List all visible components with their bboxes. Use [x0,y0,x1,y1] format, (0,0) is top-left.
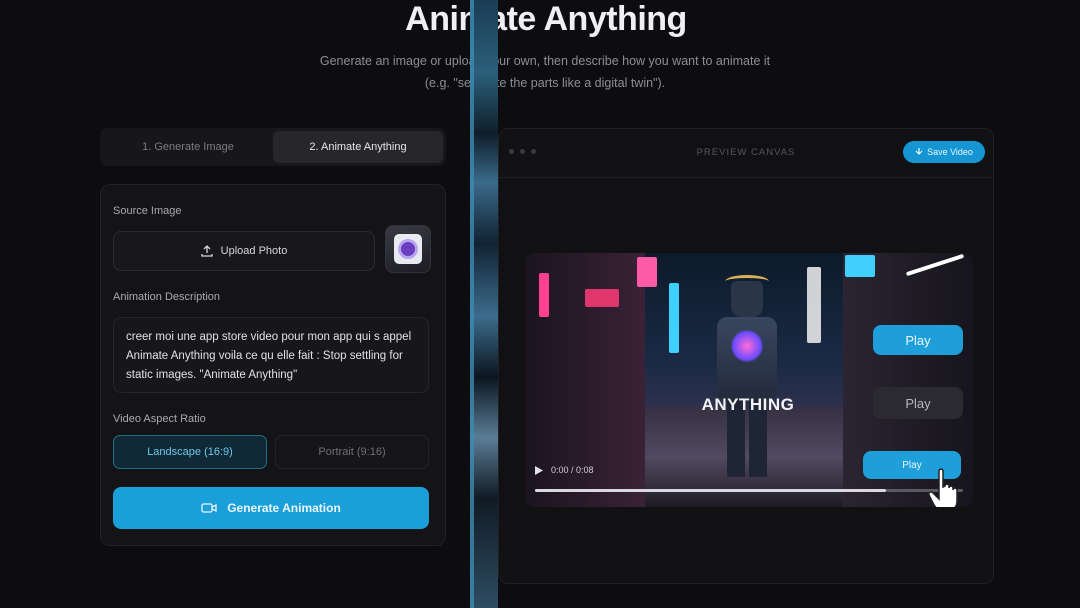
aspect-portrait-option[interactable]: Portrait (9:16) [275,435,429,469]
play-button[interactable]: Play [873,325,963,355]
upload-icon [201,245,213,257]
generate-animation-button[interactable]: Generate Animation [113,487,429,529]
download-icon [915,148,923,155]
hand-pointer-icon [928,468,958,507]
video-camera-icon [201,503,217,513]
neon-sign [637,257,657,287]
neon-sign [585,289,619,307]
thumbnail-app-icon [394,234,422,264]
upload-photo-button[interactable]: Upload Photo [113,231,375,271]
save-video-button[interactable]: Save Video [903,141,985,163]
video-progress-bar[interactable] [535,489,963,492]
aspect-ratio-selector: Landscape (16:9) Portrait (9:16) [113,435,429,469]
transition-edge [470,0,474,608]
play-button[interactable]: Play [873,387,963,419]
source-image-thumbnail[interactable] [385,225,431,273]
video-overlay-text: ANYTHING [701,395,795,414]
samurai-robot [711,275,783,477]
neon-sign [669,283,679,353]
save-video-label: Save Video [927,147,973,157]
video-player[interactable]: ANYTHING Play Play Play 0:00 / 0:08 [525,253,973,507]
tab-generate-image[interactable]: 1. Generate Image [103,131,273,163]
preview-panel: PREVIEW CANVAS Save Video ANYTHING Play … [498,128,994,584]
page-subtitle: Generate an image or upload your own, th… [319,54,771,90]
source-image-label: Source Image [113,205,182,217]
animation-description-field[interactable]: creer moi une app store video pour mon a… [113,317,429,393]
left-panel: Source Image Upload Photo Animation Desc… [100,184,446,546]
page-title: Animate Anything [405,0,687,38]
video-progress-fill [535,489,886,492]
video-timecode: 0:00 / 0:08 [551,465,594,475]
upload-photo-label: Upload Photo [220,245,288,257]
animation-description-label: Animation Description [113,291,220,303]
aspect-landscape-option[interactable]: Landscape (16:9) [113,435,267,469]
preview-toolbar: PREVIEW CANVAS Save Video [499,129,993,178]
neon-sign [539,273,549,317]
tab-animate-anything[interactable]: 2. Animate Anything [273,131,443,163]
transition-strip [470,0,498,608]
neon-sign [845,255,875,277]
video-controls: 0:00 / 0:08 [535,465,594,475]
generate-animation-label: Generate Animation [227,501,341,515]
aspect-ratio-label: Video Aspect Ratio [113,413,206,425]
mode-tabs: 1. Generate Image 2. Animate Anything [100,128,446,166]
neon-sign [807,267,821,343]
play-icon[interactable] [535,465,543,475]
